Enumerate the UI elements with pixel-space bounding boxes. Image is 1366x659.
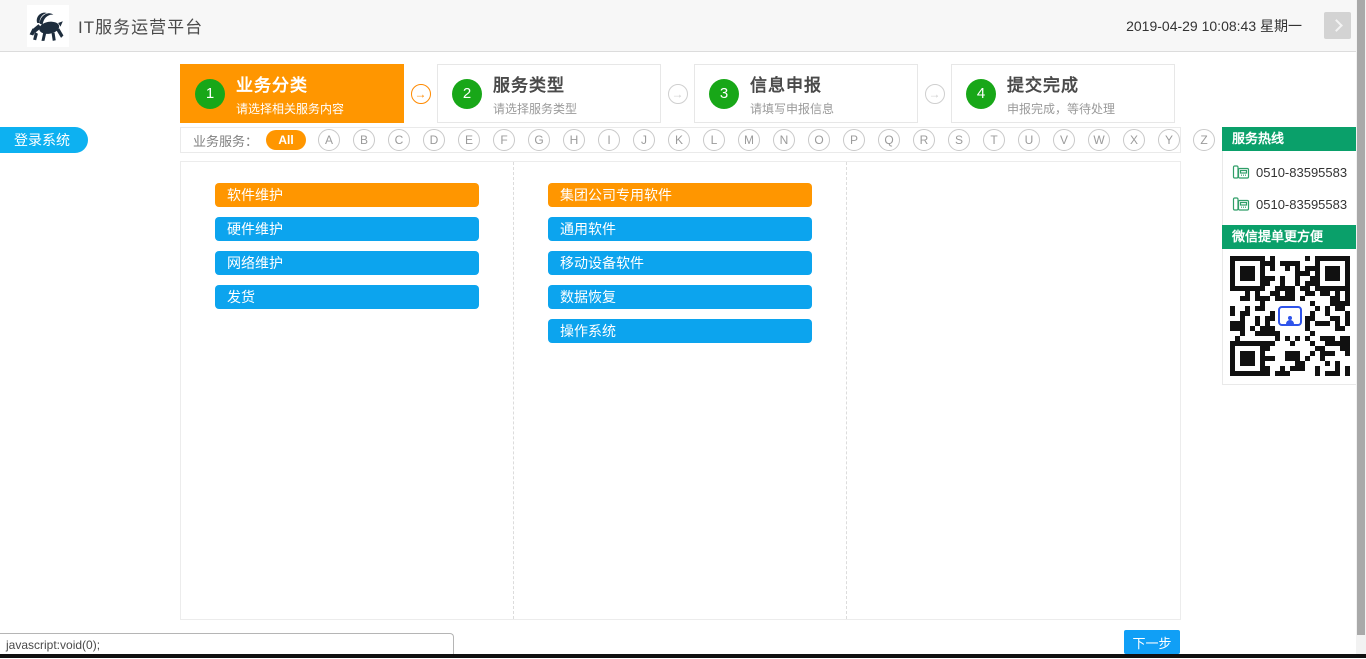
login-system-badge[interactable]: 登录系统 [0, 127, 88, 153]
phone-row: 0510-83595583 [1223, 156, 1357, 188]
next-step-button[interactable]: 下一步 [1124, 630, 1180, 654]
letter-filter[interactable]: J [633, 129, 655, 151]
hotline-phone-list: 0510-83595583 0510-83595583 [1223, 150, 1357, 226]
category-column-1: 软件维护 硬件维护 网络维护 发货 [181, 162, 514, 619]
category-button[interactable]: 硬件维护 [215, 217, 479, 241]
step-subtitle: 请选择相关服务内容 [236, 100, 344, 117]
page-scrollbar[interactable] [1356, 0, 1366, 654]
wizard-steps: 1 业务分类 请选择相关服务内容 → 2 服务类型 请选择服务类型 → 3 信息… [180, 64, 1175, 123]
category-button[interactable]: 网络维护 [215, 251, 479, 275]
letter-filter-list: ABCDEFGHIJKLMNOPQRSTUVWXYZ [318, 129, 1228, 151]
app-header: IT服务运营平台 2019-04-29 10:08:43 星期一 [0, 0, 1366, 52]
step-info-declare[interactable]: 3 信息申报 请填写申报信息 [694, 64, 918, 123]
letter-filter[interactable]: E [458, 129, 480, 151]
collapse-panel-button[interactable] [1324, 12, 1351, 39]
step-number-badge: 2 [452, 79, 482, 109]
phone-number: 0510-83595583 [1256, 197, 1347, 212]
step-subtitle: 申报完成，等待处理 [1007, 100, 1115, 117]
step-title: 提交完成 [1007, 71, 1115, 96]
step-title: 服务类型 [493, 71, 577, 96]
letter-filter[interactable]: X [1123, 129, 1145, 151]
letter-filter[interactable]: V [1053, 129, 1075, 151]
letter-filter[interactable]: D [423, 129, 445, 151]
category-panel: 软件维护 硬件维护 网络维护 发货 集团公司专用软件 通用软件 移动设备软件 数… [180, 161, 1181, 620]
letter-filter[interactable]: H [563, 129, 585, 151]
filter-label: 业务服务： [193, 131, 258, 150]
qr-center-logo-icon [1277, 303, 1303, 329]
letter-filter[interactable]: Z [1193, 129, 1215, 151]
category-button[interactable]: 操作系统 [548, 319, 812, 343]
category-button[interactable]: 软件维护 [215, 183, 479, 207]
service-sidebar: 服务热线 0510-83595583 0510-83595583 [1222, 127, 1358, 385]
category-button[interactable]: 通用软件 [548, 217, 812, 241]
category-column-2: 集团公司专用软件 通用软件 移动设备软件 数据恢复 操作系统 [514, 162, 847, 619]
fax-phone-icon [1232, 163, 1250, 181]
letter-filter[interactable]: F [493, 129, 515, 151]
letter-filter[interactable]: N [773, 129, 795, 151]
phone-row: 0510-83595583 [1223, 188, 1357, 220]
letter-filter[interactable]: C [388, 129, 410, 151]
hotline-header: 服务热线 [1222, 127, 1358, 151]
bottom-strip [0, 654, 1366, 658]
arrow-right-icon: → [411, 84, 431, 104]
letter-filter[interactable]: R [913, 129, 935, 151]
filter-all-pill[interactable]: All [266, 130, 306, 150]
category-button[interactable]: 集团公司专用软件 [548, 183, 812, 207]
letter-filter[interactable]: K [668, 129, 690, 151]
letter-filter[interactable]: G [528, 129, 550, 151]
letter-filter[interactable]: A [318, 129, 340, 151]
step-number-badge: 3 [709, 79, 739, 109]
step-number-badge: 4 [966, 79, 996, 109]
arrow-right-icon: → [925, 84, 945, 104]
step-number-badge: 1 [195, 79, 225, 109]
letter-filter[interactable]: M [738, 129, 760, 151]
letter-filter[interactable]: L [703, 129, 725, 151]
scrollbar-thumb[interactable] [1357, 0, 1365, 635]
arrow-right-icon: → [668, 84, 688, 104]
goat-logo-icon [29, 7, 67, 45]
fax-phone-icon [1232, 195, 1250, 213]
page-title: IT服务运营平台 [78, 13, 203, 38]
step-business-category[interactable]: 1 业务分类 请选择相关服务内容 [180, 64, 404, 123]
letter-filter[interactable]: B [353, 129, 375, 151]
chevron-right-icon [1330, 19, 1343, 32]
letter-filter[interactable]: P [843, 129, 865, 151]
datetime-display: 2019-04-29 10:08:43 星期一 [1126, 16, 1302, 36]
category-column-3 [847, 162, 1180, 619]
statusbar-link-tooltip: javascript:void(0); [0, 633, 454, 655]
step-subtitle: 请选择服务类型 [493, 100, 577, 117]
phone-number: 0510-83595583 [1256, 165, 1347, 180]
category-button[interactable]: 数据恢复 [548, 285, 812, 309]
category-button[interactable]: 发货 [215, 285, 479, 309]
category-button[interactable]: 移动设备软件 [548, 251, 812, 275]
step-submit-complete[interactable]: 4 提交完成 申报完成，等待处理 [951, 64, 1175, 123]
letter-filter[interactable]: I [598, 129, 620, 151]
letter-filter[interactable]: Y [1158, 129, 1180, 151]
service-filter-bar: 业务服务： All ABCDEFGHIJKLMNOPQRSTUVWXYZ [180, 127, 1181, 153]
step-title: 业务分类 [236, 71, 344, 96]
wechat-header: 微信提单更方便 [1222, 225, 1358, 249]
step-service-type[interactable]: 2 服务类型 请选择服务类型 [437, 64, 661, 123]
app-logo [27, 5, 69, 47]
letter-filter[interactable]: Q [878, 129, 900, 151]
letter-filter[interactable]: S [948, 129, 970, 151]
step-title: 信息申报 [750, 71, 834, 96]
letter-filter[interactable]: O [808, 129, 830, 151]
letter-filter[interactable]: T [983, 129, 1005, 151]
step-subtitle: 请填写申报信息 [750, 100, 834, 117]
wechat-qr-code [1223, 248, 1357, 384]
letter-filter[interactable]: U [1018, 129, 1040, 151]
letter-filter[interactable]: W [1088, 129, 1110, 151]
it-service-platform-screen: IT服务运营平台 2019-04-29 10:08:43 星期一 登录系统 1 … [0, 0, 1366, 659]
